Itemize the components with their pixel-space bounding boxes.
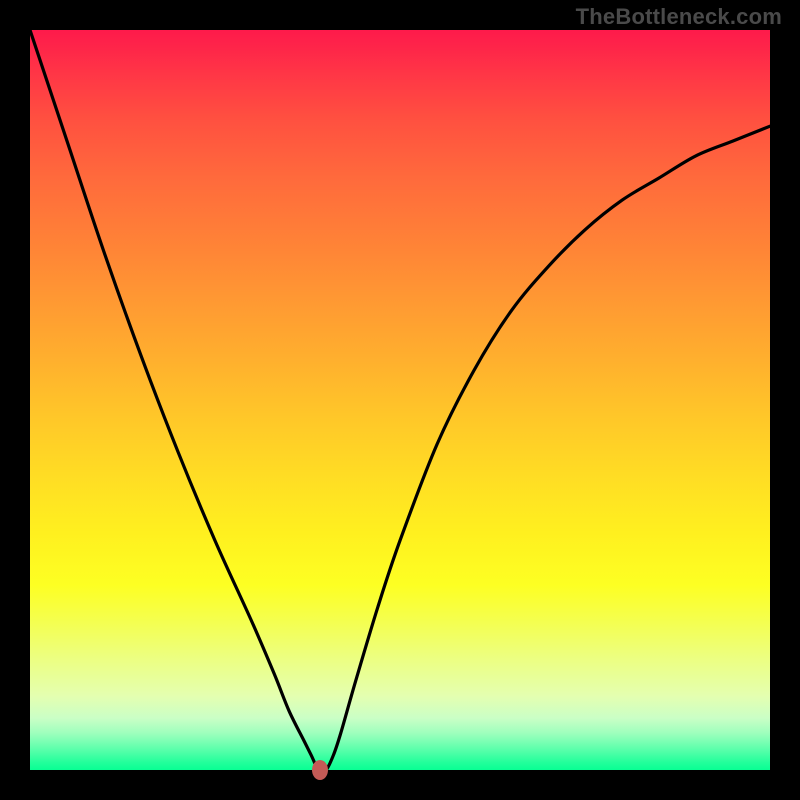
chart-container: TheBottleneck.com [0, 0, 800, 800]
watermark-text: TheBottleneck.com [576, 4, 782, 30]
bottleneck-curve [30, 30, 770, 772]
plot-area [30, 30, 770, 770]
minimum-marker [312, 760, 328, 780]
curve-svg [30, 30, 770, 770]
